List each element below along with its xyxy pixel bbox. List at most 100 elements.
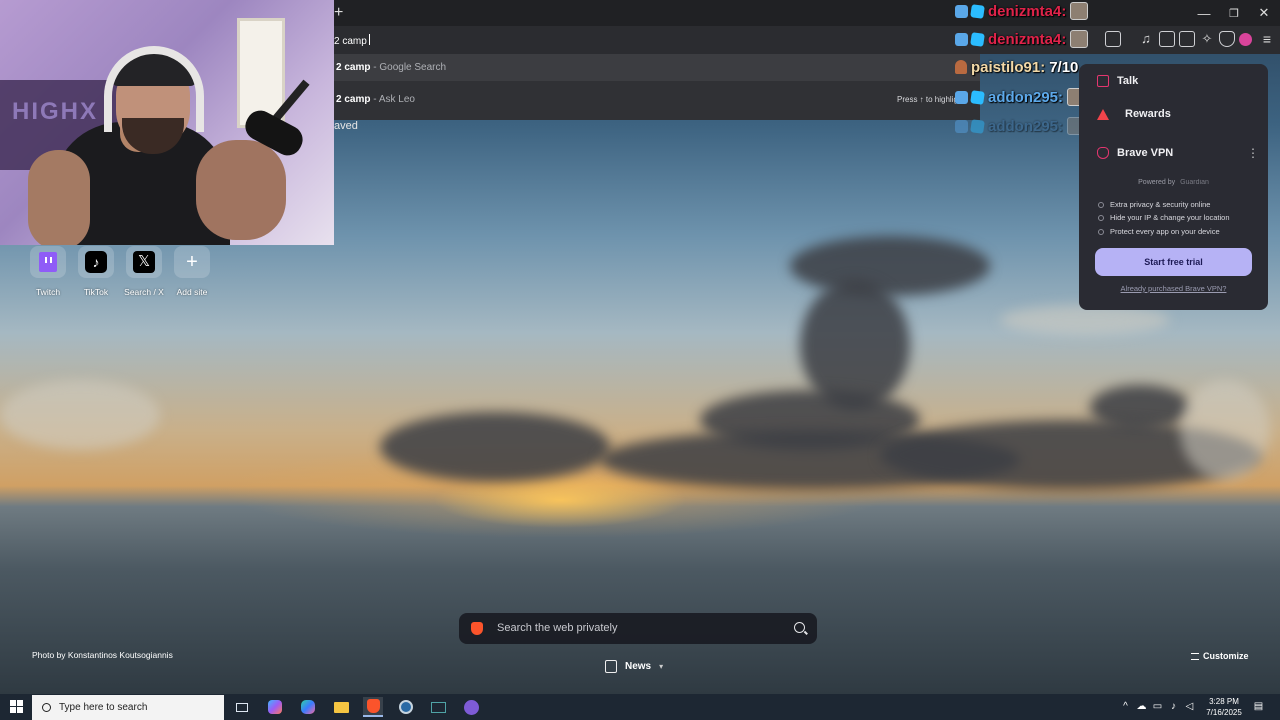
chevron-up-icon[interactable]: ^ bbox=[1120, 701, 1131, 712]
rewards-icon bbox=[1097, 108, 1109, 120]
chat-badge-icon bbox=[970, 3, 985, 19]
customize-button[interactable]: Customize bbox=[1191, 651, 1249, 661]
search-placeholder: Search the web privately bbox=[497, 622, 618, 634]
leo-ai-icon[interactable]: ✧ bbox=[1199, 31, 1215, 47]
wallet-icon[interactable] bbox=[1179, 31, 1195, 47]
clock-date: 7/16/2025 bbox=[1206, 708, 1242, 717]
vpn-icon[interactable] bbox=[1239, 33, 1252, 46]
new-tab-button[interactable]: + bbox=[334, 4, 348, 22]
suggestion-separator: - bbox=[370, 94, 379, 105]
plus-icon: + bbox=[186, 250, 198, 273]
shield-icon[interactable] bbox=[1219, 31, 1235, 47]
chat-badge-icon bbox=[970, 89, 985, 105]
restore-button[interactable]: ❐ bbox=[1217, 0, 1251, 26]
chat-username: denizmta4: bbox=[988, 30, 1067, 48]
reader-mode-icon[interactable] bbox=[1105, 31, 1121, 47]
taskbar-search-placeholder: Type here to search bbox=[59, 702, 148, 713]
suggestion-query: 2 camp bbox=[336, 94, 371, 105]
chat-badge-icon bbox=[955, 119, 968, 133]
feature-text: Extra privacy & security online bbox=[1110, 200, 1211, 209]
notifications-icon[interactable]: ▤ bbox=[1253, 701, 1264, 712]
chat-badge-icon bbox=[955, 4, 968, 18]
customize-icon bbox=[1191, 652, 1199, 660]
poster-text: HIGHX bbox=[12, 98, 99, 125]
menu-item-rewards[interactable]: Rewards bbox=[1097, 108, 1171, 120]
chat-message: denizmta4: bbox=[955, 28, 1089, 50]
minimize-button[interactable]: — bbox=[1187, 0, 1221, 26]
app-icon-colorful[interactable] bbox=[265, 697, 285, 717]
top-site-label: Search / X bbox=[124, 287, 164, 297]
x-icon: 𝕏 bbox=[133, 251, 155, 273]
suggestion-source: Google Search bbox=[379, 62, 447, 73]
address-bar[interactable]: 2 camp bbox=[334, 34, 370, 47]
network-icon[interactable]: ▭ bbox=[1152, 701, 1163, 712]
chat-badge-icon bbox=[955, 32, 968, 46]
news-icon bbox=[605, 660, 617, 673]
terminal-icon[interactable] bbox=[428, 697, 448, 717]
chat-badge-icon bbox=[970, 31, 985, 47]
feature-text: Hide your IP & change your location bbox=[1110, 213, 1230, 222]
menu-icon[interactable]: ≡ bbox=[1259, 31, 1275, 47]
already-purchased-link[interactable]: Already purchased Brave VPN? bbox=[1079, 284, 1268, 293]
streamer-arm bbox=[196, 140, 286, 240]
windows-start-icon[interactable] bbox=[10, 700, 23, 713]
headphones bbox=[104, 46, 204, 132]
top-site-label: TikTok bbox=[83, 287, 109, 297]
photo-credit[interactable]: Photo by Konstantinos Koutsogiannis bbox=[32, 650, 173, 660]
partial-text: aved bbox=[334, 120, 358, 132]
top-site-twitch[interactable]: Twitch bbox=[28, 246, 68, 297]
speaker-icon[interactable]: ◁ bbox=[1184, 701, 1195, 712]
address-bar-text: 2 camp bbox=[334, 36, 367, 47]
top-site-add[interactable]: + Add site bbox=[172, 246, 212, 297]
cloud-icon[interactable]: ☁ bbox=[1136, 701, 1147, 712]
sidebar-icon[interactable] bbox=[1159, 31, 1175, 47]
top-site-label: Twitch bbox=[35, 287, 61, 297]
text-caret bbox=[368, 34, 370, 45]
taskbar-clock[interactable]: 3:28 PM 7/16/2025 bbox=[1200, 696, 1248, 718]
chat-badge-icon bbox=[955, 60, 967, 74]
brave-browser-taskbar-icon[interactable] bbox=[363, 697, 383, 717]
start-free-trial-button[interactable]: Start free trial bbox=[1095, 248, 1252, 276]
search-icon[interactable] bbox=[794, 622, 805, 633]
news-label: News bbox=[625, 661, 652, 672]
discord-icon[interactable] bbox=[461, 697, 481, 717]
chevron-down-icon: ▾ bbox=[659, 662, 664, 671]
top-site-tiktok[interactable]: ♪ TikTok bbox=[76, 246, 116, 297]
top-site-x[interactable]: 𝕏 Search / X bbox=[124, 246, 164, 297]
volume-icon[interactable]: ♪ bbox=[1168, 701, 1179, 712]
vpn-header: Brave VPN bbox=[1097, 147, 1173, 159]
brave-logo-icon bbox=[471, 622, 483, 635]
taskbar-search[interactable]: Type here to search bbox=[32, 695, 224, 720]
news-button[interactable]: News ▾ bbox=[605, 660, 663, 673]
tiktok-icon: ♪ bbox=[85, 251, 107, 273]
more-options-icon[interactable]: ⋮ bbox=[1247, 146, 1259, 160]
chat-message: addon295: bbox=[955, 115, 1086, 137]
chat-badge-icon bbox=[955, 90, 968, 104]
suggestion-query: 2 camp bbox=[336, 62, 371, 73]
cloud-shape bbox=[790, 236, 990, 296]
steam-icon[interactable] bbox=[396, 697, 416, 717]
top-site-tile bbox=[30, 246, 66, 278]
ntp-search-box[interactable]: Search the web privately bbox=[459, 613, 817, 644]
twitch-icon bbox=[39, 252, 57, 272]
streamer-arm bbox=[28, 150, 90, 245]
keyboard-hint: Press ↑ to highlig bbox=[897, 95, 958, 104]
customize-label: Customize bbox=[1203, 651, 1249, 661]
menu-item-talk[interactable]: Talk bbox=[1097, 75, 1138, 87]
cloud-shape bbox=[380, 412, 610, 482]
copilot-icon[interactable] bbox=[298, 697, 318, 717]
task-view-icon[interactable] bbox=[232, 697, 252, 717]
file-explorer-icon[interactable] bbox=[331, 697, 351, 717]
chat-message: paistilo91: 7/10 bbox=[955, 56, 1078, 78]
top-site-label: Add site bbox=[176, 287, 208, 297]
feature-dot-icon bbox=[1098, 214, 1104, 221]
top-site-tile: ♪ bbox=[78, 246, 114, 278]
chat-emote bbox=[1070, 30, 1089, 48]
chat-badge-icon bbox=[970, 118, 985, 134]
vpn-feature: Hide your IP & change your location bbox=[1098, 213, 1230, 222]
vpn-feature: Protect every app on your device bbox=[1098, 227, 1220, 236]
close-button[interactable]: ✕ bbox=[1247, 0, 1280, 26]
music-icon[interactable]: ♫ bbox=[1138, 31, 1154, 47]
vpn-title: Brave VPN bbox=[1117, 147, 1174, 159]
chat-username: denizmta4: bbox=[988, 2, 1067, 20]
